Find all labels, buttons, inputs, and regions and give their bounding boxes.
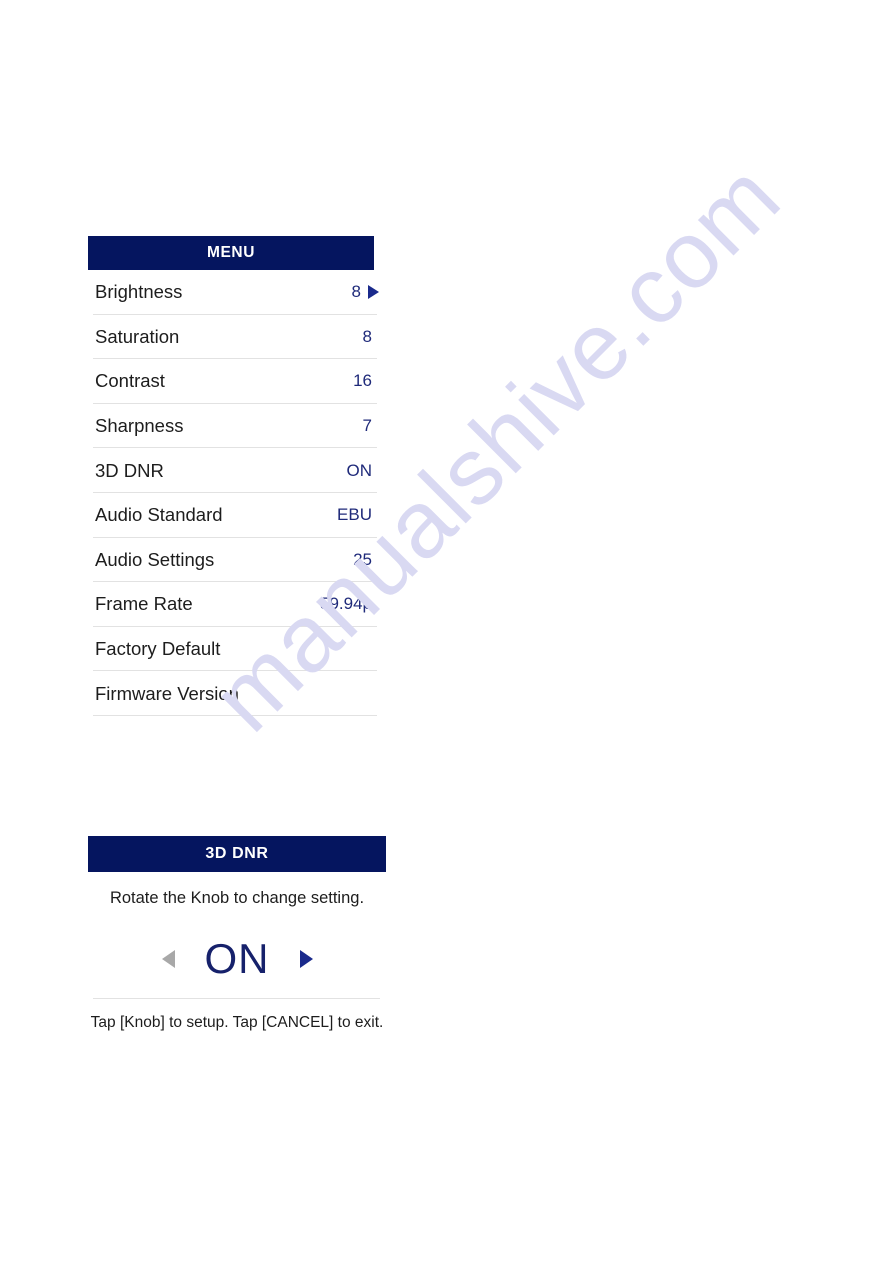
dnr-panel-title: 3D DNR bbox=[88, 836, 386, 872]
right-arrow-icon[interactable] bbox=[299, 950, 313, 968]
menu-row-value-group: 8 bbox=[351, 282, 379, 302]
dnr-current-value: ON bbox=[204, 935, 270, 982]
menu-row-value: 25 bbox=[353, 549, 372, 569]
menu-row-label: Frame Rate bbox=[95, 593, 193, 615]
menu-row[interactable]: Audio Standard EBU bbox=[88, 493, 377, 538]
menu-row-value: 8 bbox=[362, 326, 372, 346]
menu-row-label: Factory Default bbox=[95, 638, 221, 660]
menu-row-label: Brightness bbox=[95, 281, 183, 303]
menu-row-value-group: 16 bbox=[353, 371, 372, 391]
menu-list: Brightness 8 Saturation 8 Contrast 16 Sharpnes… bbox=[88, 270, 379, 716]
menu-row[interactable]: Contrast 16 bbox=[88, 359, 377, 404]
menu-panel-title: MENU bbox=[88, 236, 374, 270]
dnr-value-selector: ON bbox=[88, 926, 386, 992]
dnr-footer-text: Tap [Knob] to setup. Tap [CANCEL] to exi… bbox=[90, 1014, 384, 1031]
menu-row-value-group: 7 bbox=[362, 416, 372, 436]
menu-row-value-group: 25 bbox=[353, 549, 372, 570]
dnr-panel: 3D DNR Rotate the Knob to change setting… bbox=[88, 836, 386, 1032]
menu-row-value-group: 8 bbox=[362, 326, 372, 347]
menu-row-label: Saturation bbox=[95, 325, 180, 347]
left-arrow-icon[interactable] bbox=[161, 950, 175, 968]
menu-row-label: Firmware Version bbox=[95, 682, 239, 704]
menu-row[interactable]: Sharpness 7 bbox=[88, 404, 377, 449]
menu-row-value-group: 59.94p bbox=[320, 594, 372, 614]
dnr-hint-text: Rotate the Knob to change setting. bbox=[109, 889, 365, 907]
menu-row-label: Audio Settings bbox=[95, 548, 215, 570]
menu-row-label: 3D DNR bbox=[95, 459, 164, 481]
menu-row-label: Contrast bbox=[95, 370, 165, 392]
chevron-right-icon[interactable] bbox=[368, 285, 379, 300]
menu-row-value: ON bbox=[346, 460, 373, 480]
menu-row[interactable]: Brightness 8 bbox=[88, 270, 379, 315]
menu-row[interactable]: Saturation 8 bbox=[88, 315, 377, 360]
menu-row-value: EBU bbox=[337, 505, 372, 525]
menu-panel: MENU Brightness 8 Saturation 8 Contrast 16 Sha… bbox=[88, 236, 379, 716]
menu-row[interactable]: Frame Rate 59.94p bbox=[88, 582, 377, 627]
menu-row-value: 59.94p bbox=[320, 594, 372, 614]
menu-row-value-group: EBU bbox=[337, 505, 372, 525]
menu-row[interactable]: Audio Settings 25 bbox=[88, 538, 377, 583]
menu-row[interactable]: Factory Default bbox=[88, 627, 377, 672]
menu-row[interactable]: Firmware Version bbox=[88, 671, 377, 716]
menu-row-label: Sharpness bbox=[95, 415, 184, 437]
menu-row-value-group: ON bbox=[346, 460, 373, 481]
menu-row-label: Audio Standard bbox=[95, 504, 223, 526]
menu-row-value: 16 bbox=[353, 371, 372, 391]
dnr-divider bbox=[93, 998, 380, 999]
menu-row-value: 8 bbox=[351, 282, 361, 302]
menu-row-value: 7 bbox=[362, 416, 372, 436]
menu-row[interactable]: 3D DNR ON bbox=[88, 448, 377, 493]
